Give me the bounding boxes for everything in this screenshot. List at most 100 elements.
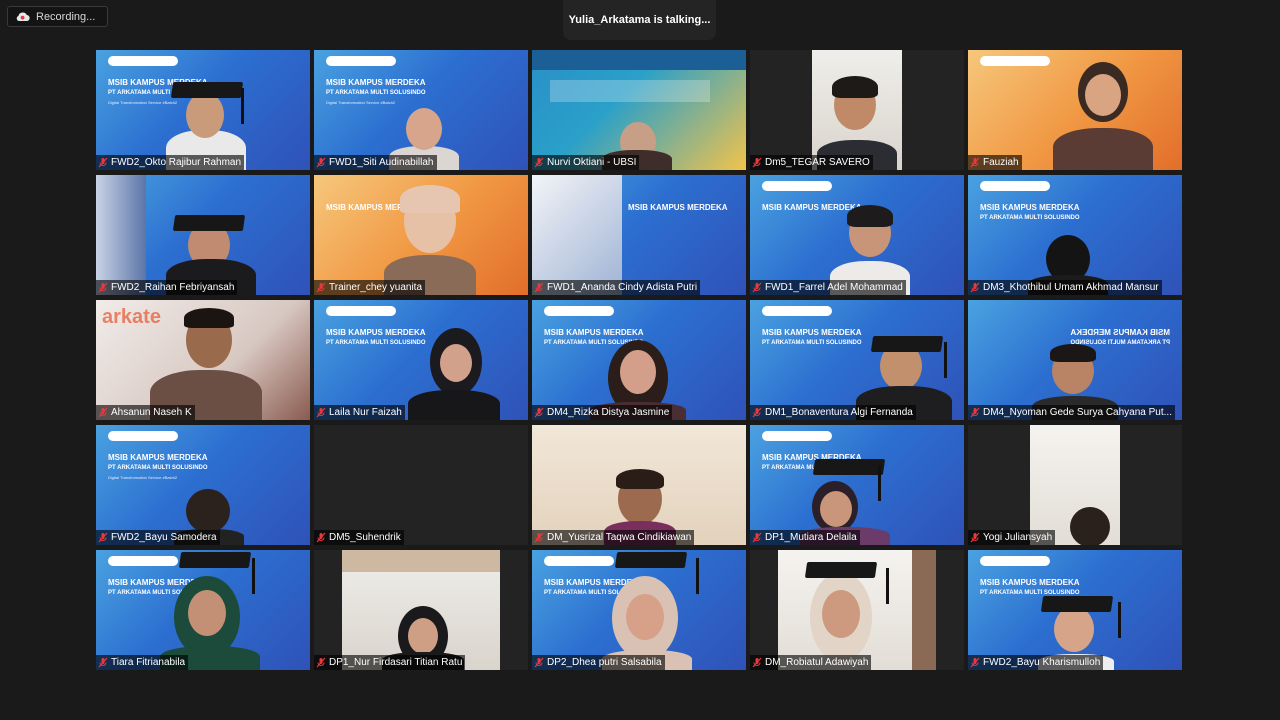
- muted-mic-icon: [752, 282, 762, 293]
- participant-tile[interactable]: MSIB KAMPUS MERDEKA PT ARKATAMA MULTI SO…: [968, 300, 1182, 420]
- participant-name: Laila Nur Faizah: [329, 407, 402, 418]
- participant-tile[interactable]: DP1_Nur Firdasari Titian Ratu: [314, 550, 528, 670]
- participant-tile[interactable]: DM_Yusrizal Taqwa Cindikiawan: [532, 425, 746, 545]
- participant-tile[interactable]: MSIB KAMPUS MERDEKA PT ARKATAMA MULTI SO…: [532, 300, 746, 420]
- recording-label: Recording...: [36, 10, 96, 23]
- participant-tile[interactable]: MSIB KAMPUS MERDEKA PT ARKATAMA MULTI SO…: [96, 425, 310, 545]
- participant-name-label: Dm5_TEGAR SAVERO: [750, 155, 873, 170]
- participant-name: FWD2_Okto Rajibur Rahman: [111, 157, 242, 168]
- participant-name-label: DM_Robiatul Adawiyah: [750, 655, 872, 670]
- participant-tile[interactable]: Yogi Juliansyah: [968, 425, 1182, 545]
- background-wall: [96, 175, 146, 295]
- slide-title: MSIB KAMPUS MERDEKA: [1070, 328, 1170, 337]
- participant-tile[interactable]: MSIB KAMPUS MERDEKA PT ARKATAMA MULTI SO…: [750, 425, 964, 545]
- participant-video: [404, 328, 504, 420]
- participant-name: Nurvi Oktiani - UBSI: [547, 157, 637, 168]
- shared-slide-text: [550, 80, 710, 102]
- participant-tile[interactable]: FWD2_Raihan Febriyansah: [96, 175, 310, 295]
- participant-name: Ahsanun Naseh K: [111, 407, 192, 418]
- participant-name-label: Ahsanun Naseh K: [96, 405, 195, 420]
- sponsor-logos: [108, 56, 178, 66]
- muted-mic-icon: [534, 532, 544, 543]
- participant-video: [374, 183, 484, 295]
- participant-tile[interactable]: MSIB KAMPUS MERDEKA PT ARKATAMA MULTI SO…: [96, 50, 310, 170]
- participant-name: DM5_Suhendrik: [329, 532, 401, 543]
- participant-video: [602, 552, 712, 670]
- participant-tile[interactable]: MSIB KAMPUS MERDEKA PT ARKATAMA MULTI SO…: [314, 300, 528, 420]
- participant-tile[interactable]: MSIB KAMPUS MERDEKA PT ARKATAMA MULTI SO…: [968, 550, 1182, 670]
- participant-tile[interactable]: MSIB KAMPUS MERDEKA PT ARKATAMA MULTI SO…: [532, 550, 746, 670]
- participant-name-label: DP2_Dhea putri Salsabila: [532, 655, 665, 670]
- participant-name-label: FWD2_Raihan Febriyansah: [96, 280, 238, 295]
- muted-mic-icon: [534, 657, 544, 668]
- participant-video: [342, 550, 500, 670]
- muted-mic-icon: [98, 657, 108, 668]
- sponsor-logos: [544, 306, 614, 316]
- participant-tile[interactable]: MSIB KAMPUS MERDEKA PT ARKATAMA MULTI SO…: [968, 175, 1182, 295]
- participant-tile[interactable]: MSIB KAMPUS MERDEKA FWD1_Farrel Adel Moh…: [750, 175, 964, 295]
- participant-tile[interactable]: MSIB KAMPUS MERDEKA PT ARKATAMA MULTI SO…: [96, 550, 310, 670]
- muted-mic-icon: [534, 407, 544, 418]
- participant-name-label: FWD1_Siti Audinabillah: [314, 155, 437, 170]
- participant-video: [1030, 425, 1120, 545]
- ceiling: [342, 550, 500, 572]
- shared-slide-header: [532, 50, 746, 70]
- participant-tile[interactable]: Dm5_TEGAR SAVERO: [750, 50, 964, 170]
- slide-title: MSIB KAMPUS MERDEKA: [326, 78, 426, 87]
- participant-tile[interactable]: Nurvi Oktiani - UBSI: [532, 50, 746, 170]
- recording-indicator[interactable]: Recording...: [7, 6, 108, 27]
- participant-tile[interactable]: DM_Robiatul Adawiyah: [750, 550, 964, 670]
- participant-tile[interactable]: DM5_Suhendrik: [314, 425, 528, 545]
- slide-title: MSIB KAMPUS MERDEKA: [980, 578, 1080, 587]
- participant-name-label: FWD2_Bayu Samodera: [96, 530, 220, 545]
- muted-mic-icon: [970, 157, 980, 168]
- participant-name-label: Tiara Fitrianabila: [96, 655, 189, 670]
- participant-video: [778, 550, 936, 670]
- muted-mic-icon: [316, 282, 326, 293]
- active-speaker-banner: Yulia_Arkatama is talking...: [563, 0, 716, 40]
- participant-name: DM4_Nyoman Gede Surya Cahyana Put...: [983, 407, 1172, 418]
- participant-name-label: Yogi Juliansyah: [968, 530, 1056, 545]
- participant-tile[interactable]: Fauziah: [968, 50, 1182, 170]
- muted-mic-icon: [752, 657, 762, 668]
- participant-name: FWD1_Farrel Adel Mohammad: [765, 282, 903, 293]
- participant-video: [1048, 52, 1158, 170]
- muted-mic-icon: [316, 657, 326, 668]
- participant-name-label: DM5_Suhendrik: [314, 530, 404, 545]
- participant-name-label: DM3_Khothibul Umam Akhmad Mansur: [968, 280, 1162, 295]
- participant-name-label: DP1_Nur Firdasari Titian Ratu: [314, 655, 466, 670]
- muted-mic-icon: [98, 282, 108, 293]
- muted-mic-icon: [98, 157, 108, 168]
- participant-tile[interactable]: MSIB KAMPUS MERDEKA PT ARKATAMA MULTI SO…: [314, 50, 528, 170]
- slide-title: MSIB KAMPUS MERDEKA: [762, 328, 862, 337]
- participant-name: Dm5_TEGAR SAVERO: [765, 157, 870, 168]
- participant-tile[interactable]: MSIB KAMPUS MERDEKA Trainer_chey yuanita: [314, 175, 528, 295]
- slide-title: MSIB KAMPUS MERDEKA: [544, 328, 644, 337]
- muted-mic-icon: [752, 407, 762, 418]
- slide-title: MSIB KAMPUS MERDEKA: [108, 453, 208, 462]
- muted-mic-icon: [970, 282, 980, 293]
- sponsor-logos: [980, 556, 1050, 566]
- muted-mic-icon: [970, 657, 980, 668]
- muted-mic-icon: [970, 407, 980, 418]
- participant-tile[interactable]: MSIB KAMPUS MERDEKA PT ARKATAMA MULTI SO…: [750, 300, 964, 420]
- sponsor-logos: [108, 431, 178, 441]
- participant-name: DM1_Bonaventura Algi Fernanda: [765, 407, 913, 418]
- participant-tile[interactable]: MSIB KAMPUS MERDEKA FWD1_Ananda Cindy Ad…: [532, 175, 746, 295]
- participant-name: DP2_Dhea putri Salsabila: [547, 657, 662, 668]
- background-object: [532, 175, 622, 295]
- muted-mic-icon: [316, 532, 326, 543]
- participant-name: FWD1_Siti Audinabillah: [329, 157, 434, 168]
- muted-mic-icon: [534, 157, 544, 168]
- participant-name: Yogi Juliansyah: [983, 532, 1053, 543]
- sponsor-logos: [762, 431, 832, 441]
- participant-name-label: DM1_Bonaventura Algi Fernanda: [750, 405, 916, 420]
- participant-tile[interactable]: arkate Ahsanun Naseh K: [96, 300, 310, 420]
- slide-subtitle: PT ARKATAMA MULTI SOLUSINDO: [108, 465, 208, 471]
- participant-video: [156, 552, 266, 670]
- muted-mic-icon: [534, 282, 544, 293]
- sponsor-logos: [762, 306, 832, 316]
- participant-name-label: FWD1_Farrel Adel Mohammad: [750, 280, 906, 295]
- slide-subtitle: PT ARKATAMA MULTI SOLUSINDO: [326, 90, 426, 96]
- participant-name: DP1_Nur Firdasari Titian Ratu: [329, 657, 463, 668]
